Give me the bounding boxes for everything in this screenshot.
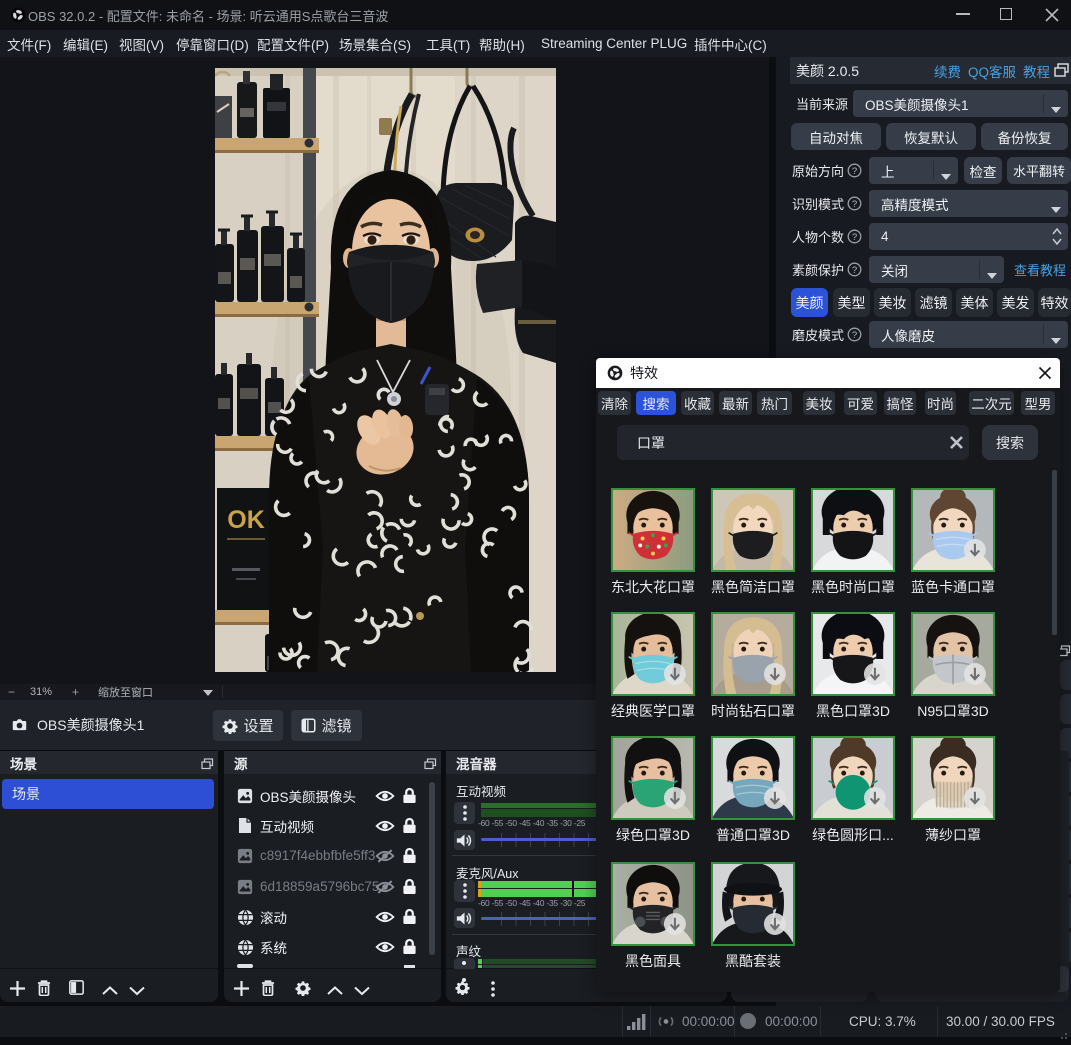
svg-text:?: ?	[852, 199, 857, 210]
svg-text:?: ?	[852, 265, 857, 276]
svg-text:?: ?	[852, 330, 857, 341]
svg-text:OK: OK	[227, 506, 265, 534]
svg-text:?: ?	[852, 232, 857, 243]
svg-text:?: ?	[852, 166, 857, 177]
